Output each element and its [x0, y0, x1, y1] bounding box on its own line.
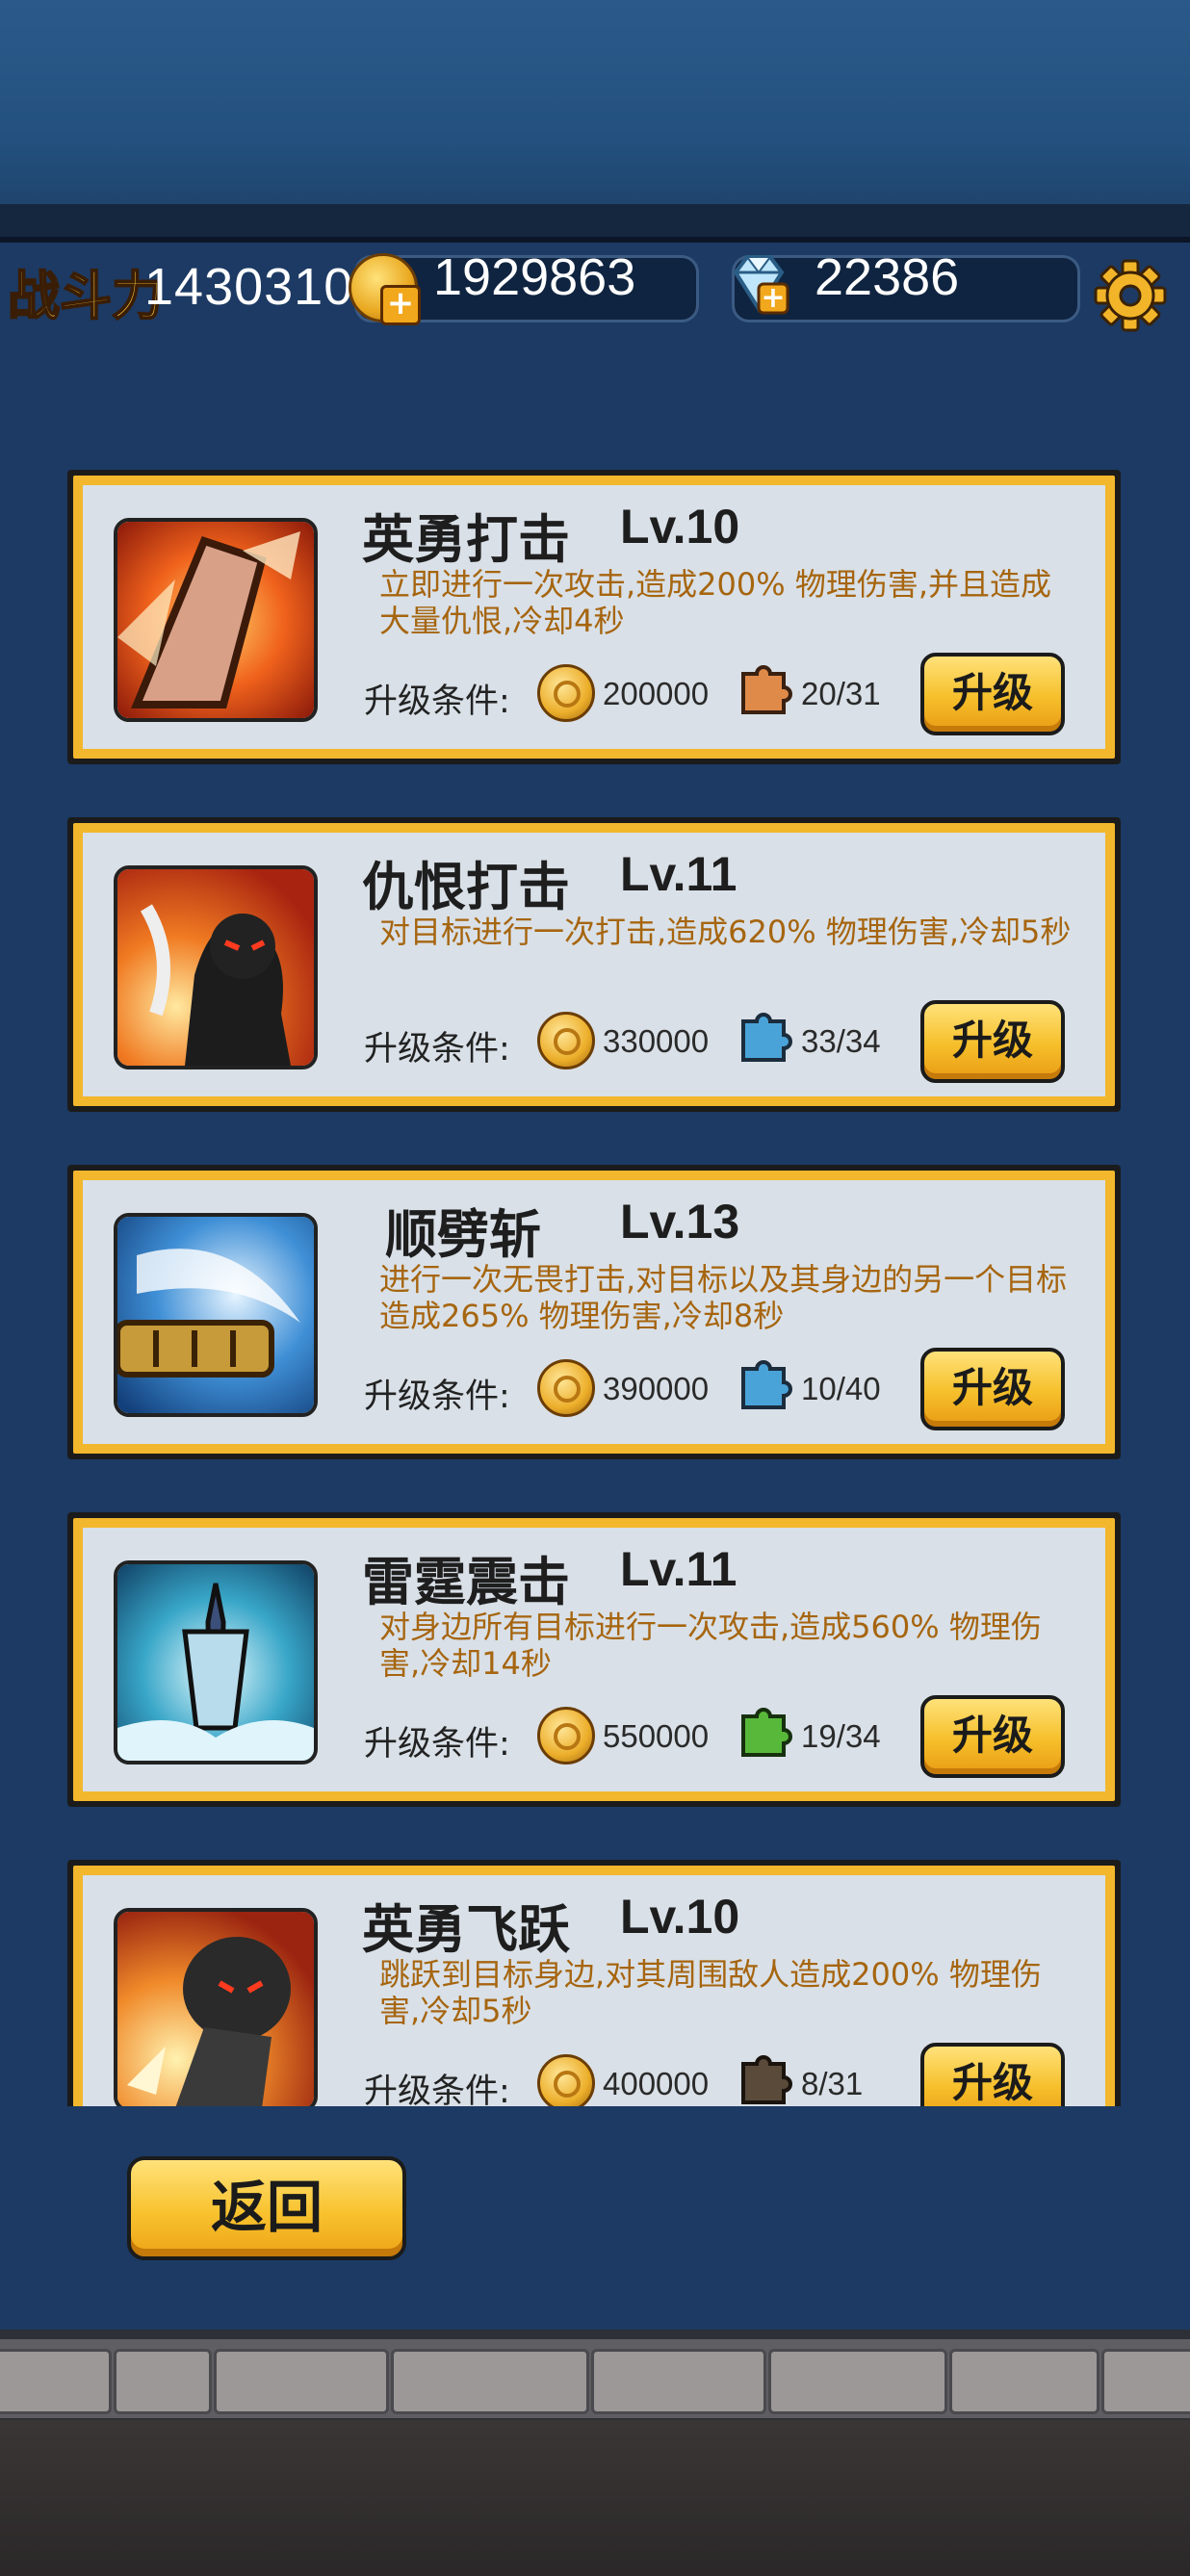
skill-card: 雷霆震击 Lv.11 对身边所有目标进行一次攻击,造成560% 物理伤害,冷却1…	[67, 1512, 1121, 1807]
skill-name: 仇恨打击	[362, 856, 570, 917]
skill-level: Lv.11	[620, 847, 737, 901]
skill-card: 英勇打击 Lv.10 立即进行一次攻击,造成200% 物理伤害,并且造成大量仇恨…	[67, 470, 1121, 764]
skill-card: 仇恨打击 Lv.11 对目标进行一次打击,造成620% 物理伤害,冷却5秒 升级…	[67, 817, 1121, 1112]
skill-description: 跳跃到目标身边,对其周围敌人造成200% 物理伤害,冷却5秒	[379, 1956, 1042, 2029]
add-diamond-icon[interactable]: +	[726, 251, 789, 315]
combat-power-value: 1430310	[144, 258, 354, 316]
diamond-value: 22386	[815, 248, 960, 306]
skill-name: 英勇打击	[362, 508, 570, 570]
gold-coin-icon	[537, 1359, 595, 1417]
skill-card: 顺劈斩 Lv.13 进行一次无畏打击,对目标以及其身边的另一个目标造成265% …	[67, 1165, 1121, 1459]
fragment-count: 10/40	[801, 1371, 881, 1406]
thunder-sword-icon	[114, 1560, 318, 1765]
upgrade-button[interactable]: 升级	[920, 2043, 1065, 2106]
gold-value: 1929863	[433, 248, 636, 306]
upgrade-button[interactable]: 升级	[920, 1695, 1065, 1778]
shield-strike-icon	[114, 518, 318, 722]
gold-coin-icon	[537, 2054, 595, 2106]
stats-bar: 战斗力 1430310 + 1929863 + 22386	[0, 245, 1190, 332]
puzzle-fragment-icon	[741, 665, 792, 714]
svg-text:+: +	[761, 281, 785, 315]
puzzle-fragment-icon	[741, 1708, 792, 1757]
gold-cost: 550000	[603, 1718, 710, 1754]
skill-name: 顺劈斩	[385, 1203, 541, 1265]
skill-level: Lv.10	[620, 1890, 740, 1944]
settings-gear-icon[interactable]	[1092, 257, 1169, 334]
gold-cost: 330000	[603, 1023, 710, 1059]
combat-power-label: 战斗力	[7, 264, 165, 327]
top-frame	[0, 204, 1190, 243]
cleave-slash-icon	[114, 1213, 318, 1417]
skill-name: 雷霆震击	[362, 1551, 570, 1612]
requirement-label: 升级条件:	[364, 1725, 510, 1764]
upgrade-button[interactable]: 升级	[920, 1348, 1065, 1430]
top-banner	[0, 0, 1190, 236]
add-gold-icon[interactable]: +	[349, 253, 421, 325]
gold-cost: 400000	[603, 2066, 710, 2101]
skill-card: 英勇飞跃 Lv.10 跳跃到目标身边,对其周围敌人造成200% 物理伤害,冷却5…	[67, 1860, 1121, 2106]
gold-coin-icon	[537, 1012, 595, 1069]
gold-cost: 390000	[603, 1371, 710, 1406]
back-button[interactable]: 返回	[127, 2156, 406, 2260]
puzzle-fragment-icon	[741, 1360, 792, 1409]
heroic-leap-icon	[114, 1908, 318, 2106]
fragment-count: 19/34	[801, 1718, 881, 1754]
fragment-count: 20/31	[801, 676, 881, 711]
skill-level: Lv.11	[620, 1542, 737, 1596]
gold-coin-icon	[537, 664, 595, 722]
skill-description: 进行一次无畏打击,对目标以及其身边的另一个目标造成265% 物理伤害,冷却8秒	[379, 1261, 1068, 1334]
dark-warrior-icon	[114, 865, 318, 1069]
requirement-label: 升级条件:	[364, 683, 510, 721]
skill-description: 立即进行一次攻击,造成200% 物理伤害,并且造成大量仇恨,冷却4秒	[379, 566, 1052, 639]
gold-coin-icon	[537, 1707, 595, 1765]
puzzle-fragment-icon	[741, 2055, 792, 2104]
skill-name: 英勇飞跃	[362, 1898, 570, 1960]
skill-level: Lv.13	[620, 1195, 740, 1249]
skill-description: 对目标进行一次打击,造成620% 物理伤害,冷却5秒	[379, 914, 1072, 950]
fragment-count: 33/34	[801, 1023, 881, 1059]
skill-description: 对身边所有目标进行一次攻击,造成560% 物理伤害,冷却14秒	[379, 1609, 1042, 1682]
upgrade-button[interactable]: 升级	[920, 653, 1065, 735]
requirement-label: 升级条件:	[364, 2073, 510, 2106]
fragment-count: 8/31	[801, 2066, 864, 2101]
upgrade-button[interactable]: 升级	[920, 1000, 1065, 1083]
requirement-label: 升级条件:	[364, 1030, 510, 1069]
plus-icon: +	[380, 285, 421, 325]
skill-level: Lv.10	[620, 500, 740, 554]
skill-list[interactable]: 英勇打击 Lv.10 立即进行一次攻击,造成200% 物理伤害,并且造成大量仇恨…	[0, 462, 1190, 2106]
puzzle-fragment-icon	[741, 1013, 792, 1062]
gold-cost: 200000	[603, 676, 710, 711]
requirement-label: 升级条件:	[364, 1378, 510, 1416]
